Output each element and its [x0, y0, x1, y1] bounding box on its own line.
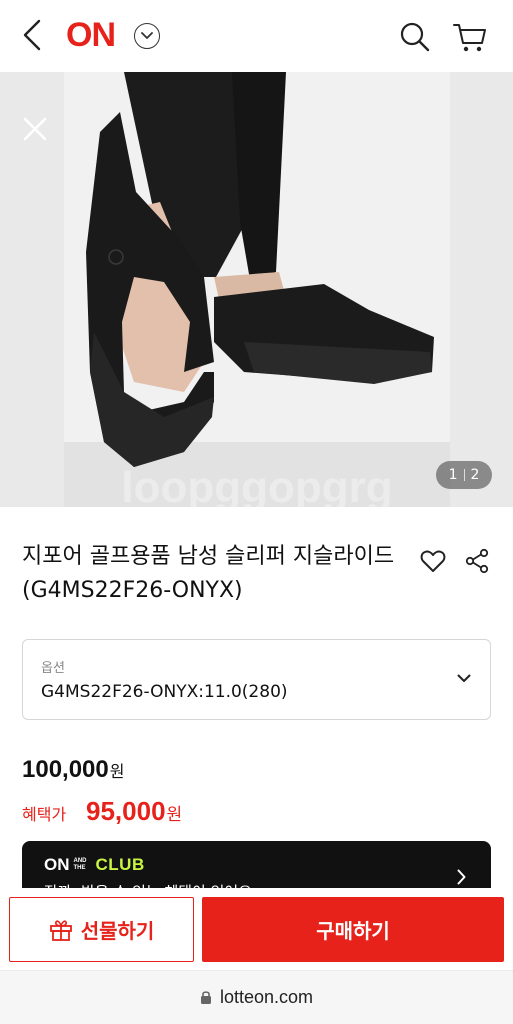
chevron-right-icon [457, 869, 465, 885]
close-icon [23, 117, 47, 141]
back-button[interactable] [14, 14, 50, 56]
image-counter: 1 2 [436, 461, 492, 489]
option-label: 옵션 [41, 661, 65, 676]
option-select[interactable]: 옵션 G4MS22F26-ONYX:11.0(280) [22, 639, 491, 720]
chevron-left-icon [23, 19, 41, 51]
product-photo: loopggopgrg [64, 72, 450, 507]
original-price-unit: 원 [109, 762, 125, 781]
lotteon-logo[interactable]: ON [66, 14, 116, 56]
gift-icon [49, 919, 72, 941]
share-button[interactable] [462, 546, 492, 576]
browser-url-text: lotteon.com [219, 987, 314, 1007]
cart-button[interactable] [450, 18, 490, 56]
top-app-bar: ON [0, 0, 513, 72]
original-price-amount: 100,000 [22, 756, 109, 783]
lock-icon [200, 991, 211, 1004]
product-image-gallery[interactable]: loopggopgrg [0, 72, 513, 507]
chevron-down-icon [457, 674, 471, 682]
gift-button[interactable]: 선물하기 [9, 897, 194, 962]
slide-sandal-image: loopggopgrg [64, 72, 450, 507]
club-logo-and-the: AND THE [73, 858, 87, 871]
share-icon [465, 548, 489, 574]
club-logo-club: CLUB [95, 855, 145, 874]
buy-button-label: 구매하기 [316, 919, 390, 943]
mall-switch-button[interactable] [134, 23, 160, 49]
search-icon [400, 22, 430, 52]
watermark-text: loopggopgrg [121, 463, 392, 507]
gift-button-label: 선물하기 [80, 919, 155, 943]
cart-icon [453, 24, 486, 52]
benefit-price-label: 혜택가 [22, 805, 67, 824]
benefit-price-amount: 95,000 [86, 796, 166, 826]
club-banner-arrow [453, 868, 469, 886]
heart-icon [420, 550, 446, 572]
option-dropdown-toggle[interactable] [454, 668, 474, 688]
club-logo: ON AND THE CLUB [44, 855, 145, 875]
benefit-price-unit: 원 [166, 805, 183, 825]
original-price: 100,000 원 [22, 756, 125, 784]
buy-button[interactable]: 구매하기 [202, 897, 504, 962]
wishlist-button[interactable] [418, 546, 448, 576]
chevron-down-icon [141, 32, 153, 39]
product-title: 지포어 골프용품 남성 슬리퍼 지슬라이드 (G4MS22F26-ONYX) [22, 544, 395, 603]
option-value: G4MS22F26-ONYX:11.0(280) [41, 682, 288, 702]
benefit-price: 혜택가 95,000 원 [22, 796, 182, 827]
image-counter-total: 2 [470, 467, 480, 483]
image-counter-separator [463, 469, 465, 481]
browser-url-bar[interactable]: lotteon.com [0, 970, 513, 1024]
club-logo-on: ON [44, 855, 70, 874]
close-button[interactable] [20, 114, 50, 144]
image-counter-current: 1 [448, 467, 458, 483]
bottom-action-bar: 선물하기 구매하기 [0, 888, 513, 970]
search-button[interactable] [396, 18, 434, 56]
